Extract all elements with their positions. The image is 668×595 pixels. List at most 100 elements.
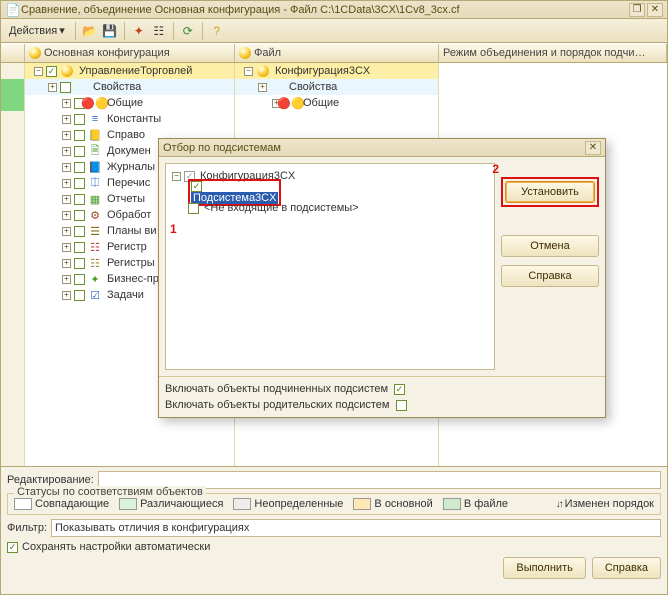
row-checkbox[interactable] [74, 130, 85, 141]
expand-icon[interactable]: − [34, 67, 43, 76]
include-child-checkbox[interactable] [394, 384, 405, 395]
expand-icon[interactable]: + [48, 83, 57, 92]
diff-marker [1, 79, 24, 95]
row-checkbox[interactable] [74, 226, 85, 237]
row-checkbox[interactable] [74, 178, 85, 189]
node-icon [270, 80, 284, 94]
row-checkbox[interactable] [74, 242, 85, 253]
dialog-help-button[interactable]: Справка [501, 265, 599, 287]
run-button[interactable]: Выполнить [503, 557, 585, 579]
tree-row[interactable]: +🔴🟡Общие [25, 95, 234, 111]
node-icon: 📘 [88, 160, 102, 174]
restore-button[interactable]: ❐ [629, 3, 645, 17]
gutter-header [1, 44, 25, 62]
col-file[interactable]: Файл [235, 44, 439, 62]
row-label: Общие [301, 97, 339, 109]
expand-icon[interactable]: + [62, 211, 71, 220]
row-label: Отчеты [105, 193, 145, 205]
row-label: УправлениеТорговлей [77, 65, 192, 77]
row-checkbox[interactable] [74, 258, 85, 269]
expand-icon[interactable]: + [62, 163, 71, 172]
include-parent-label: Включать объекты родительских подсистем [165, 399, 390, 411]
close-button[interactable]: ✕ [647, 3, 663, 17]
expand-icon[interactable]: + [62, 243, 71, 252]
row-checkbox[interactable] [60, 82, 71, 93]
row-label: Справо [105, 129, 145, 141]
tree-row[interactable]: +≡Константы [25, 111, 234, 127]
row-checkbox[interactable] [74, 274, 85, 285]
save-icon[interactable]: 💾 [102, 23, 118, 39]
tree-icon[interactable]: ☷ [151, 23, 167, 39]
col-mode[interactable]: Режим объединения и порядок подчи… [439, 44, 667, 62]
tree-row[interactable]: +🔴🟡Общие [235, 95, 438, 111]
editing-label: Редактирование: [7, 474, 94, 486]
help-icon[interactable]: ? [209, 23, 225, 39]
filter-label: Фильтр: [7, 522, 47, 534]
filter-field[interactable]: Показывать отличия в конфигурациях [51, 519, 661, 537]
subsystem-tree[interactable]: − Конфигурация3CX Подсистема3CX <Не вход… [165, 163, 495, 370]
expand-icon[interactable]: + [62, 131, 71, 140]
row-checkbox[interactable] [74, 146, 85, 157]
row-label: Перечис [105, 177, 150, 189]
row-checkbox[interactable] [74, 162, 85, 173]
col-main-config[interactable]: Основная конфигурация [25, 44, 235, 62]
expand-icon[interactable]: + [62, 147, 71, 156]
titlebar: 📄 Сравнение, объединение Основная конфиг… [1, 1, 667, 19]
excluded-checkbox[interactable] [188, 203, 199, 214]
expand-icon[interactable]: + [62, 179, 71, 188]
expand-icon[interactable]: + [62, 227, 71, 236]
chevron-down-icon: ▾ [59, 24, 65, 37]
row-checkbox[interactable] [74, 210, 85, 221]
node-icon [60, 64, 74, 78]
node-icon: 🔴🟡 [88, 96, 102, 110]
app-icon: 📄 [5, 2, 21, 18]
row-label: Журналы [105, 161, 155, 173]
refresh-icon[interactable]: ⟳ [180, 23, 196, 39]
tree-row[interactable]: + Свойства [235, 79, 438, 95]
expand-icon[interactable]: + [62, 195, 71, 204]
tree-row[interactable]: − УправлениеТорговлей [25, 63, 234, 79]
row-label: Бизнес-пр [105, 273, 159, 285]
child-checkbox[interactable] [191, 181, 202, 192]
row-checkbox[interactable] [74, 114, 85, 125]
expand-icon[interactable]: − [244, 67, 253, 76]
row-label: Свойства [287, 81, 337, 93]
node-icon [74, 80, 88, 94]
status-match: Совпадающие [14, 498, 109, 510]
cancel-button[interactable]: Отмена [501, 235, 599, 257]
row-label: Обработ [105, 209, 151, 221]
status-group: Статусы по соответствиям объектов Совпад… [7, 493, 661, 515]
row-checkbox[interactable] [46, 66, 57, 77]
expand-icon[interactable]: + [62, 275, 71, 284]
subsystem-filter-dialog: Отбор по подсистемам ✕ − Конфигурация3CX… [158, 138, 606, 418]
dialog-title: Отбор по подсистемам [163, 142, 583, 154]
tree-row[interactable]: − Конфигурация3CX [235, 63, 438, 79]
expand-icon[interactable]: + [258, 83, 267, 92]
open-icon[interactable]: 📂 [82, 23, 98, 39]
collapse-icon[interactable]: − [172, 172, 181, 181]
help-button[interactable]: Справка [592, 557, 661, 579]
row-checkbox[interactable] [74, 290, 85, 301]
row-label: Докумен [105, 145, 151, 157]
dialog-close-button[interactable]: ✕ [585, 141, 601, 155]
node-icon: 🔴🟡 [284, 96, 298, 110]
tree-row[interactable]: + Свойства [25, 79, 234, 95]
expand-icon[interactable]: + [62, 291, 71, 300]
autosave-checkbox[interactable] [7, 542, 18, 553]
node-icon: ⚙ [88, 208, 102, 222]
include-parent-checkbox[interactable] [396, 400, 407, 411]
actions-menu[interactable]: Действия ▾ [5, 22, 69, 39]
row-label: Конфигурация3CX [273, 65, 370, 77]
bottom-panel: Редактирование: Статусы по соответствиям… [1, 466, 667, 594]
expand-icon[interactable]: + [62, 99, 71, 108]
expand-icon[interactable]: + [62, 115, 71, 124]
row-checkbox[interactable] [74, 194, 85, 205]
marker-2: 2 [492, 162, 499, 176]
filter-icon[interactable]: ✦ [131, 23, 147, 39]
status-in-main: В основной [353, 498, 432, 510]
node-icon: ☑ [88, 288, 102, 302]
row-label: Свойства [91, 81, 141, 93]
set-button[interactable]: Установить [505, 181, 595, 203]
tree-excluded: <Не входящие в подсистемы> [202, 202, 359, 214]
expand-icon[interactable]: + [62, 259, 71, 268]
